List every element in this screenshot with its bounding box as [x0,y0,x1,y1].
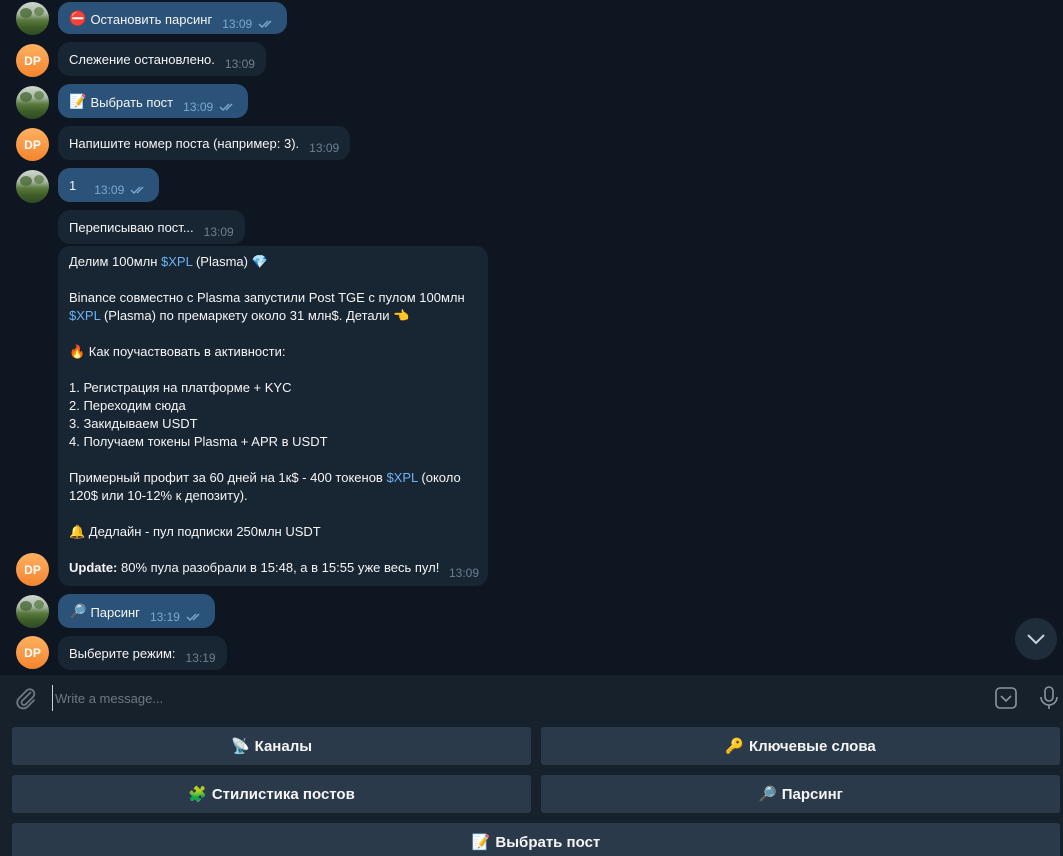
user-avatar[interactable] [16,2,49,35]
magnifier-emoji: 🔎 [69,603,87,619]
message-time: 13:19 [149,609,180,624]
message-text: Переписываю пост... [69,219,194,235]
scroll-down-button[interactable] [1015,618,1057,660]
message-time: 13:09 [309,140,340,155]
post-paragraph: 120$ или 10-12% к депозиту). [69,488,248,503]
bot-avatar[interactable]: DP [16,553,49,586]
puzzle-emoji: 🧩 [188,786,207,803]
text-span: (Plasma) [192,254,252,269]
post-headline: Делим 100млн $XPL (Plasma) 💎 [69,253,477,271]
message-text: Напишите номер поста (например: 3). [69,135,300,151]
message-bubble-incoming[interactable]: Переписываю пост... 13:09 [58,210,245,244]
message-text: Слежение остановлено. [69,51,215,67]
key-emoji: 🔑 [725,738,744,755]
message-bubble-incoming[interactable]: Слежение остановлено. 13:09 [58,42,266,76]
message-bubble-post[interactable]: Делим 100млн $XPL (Plasma) 💎 Binance сов… [58,246,488,586]
text-span: Дедлайн - пул подписки 250млн USDT [85,524,321,539]
keyboard-button-choose-post[interactable]: 📝 Выбрать пост [12,823,1060,856]
keyboard-button-label: Парсинг [781,785,843,803]
microphone-icon[interactable] [1038,685,1060,711]
user-avatar[interactable] [16,595,49,628]
message-text: Парсинг [90,604,140,620]
message-time: 13:09 [94,182,125,197]
update-label: Update: [69,560,118,575]
memo-emoji: 📝 [69,93,87,109]
bell-emoji: 🔔 [69,524,86,539]
cashtag-link[interactable]: $XPL [161,254,192,269]
pointing-emoji: 👈 [393,308,410,323]
post-step: 2. Переходим сюда [69,398,186,413]
keyboard-button-label: Ключевые слова [748,737,876,755]
keyboard-button-label: Стилистика постов [211,785,355,803]
stop-sign-emoji: ⛔ [69,10,87,26]
text-span: Делим 100млн [69,254,162,269]
message-time: 13:19 [185,650,216,665]
post-paragraph: $XPL (Plasma) по премаркету около 31 млн… [69,307,477,325]
message-bubble-incoming[interactable]: Выберите режим: 13:19 [58,636,227,670]
fire-emoji: 🔥 [69,344,86,359]
cashtag-link[interactable]: $XPL [386,470,417,485]
double-check-icon [258,20,272,28]
double-check-icon [219,103,233,111]
post-step: 4. Получаем токены Plasma + APR в USDT [69,434,328,449]
text-span: (Plasma) по премаркету около 31 млн$. Де… [100,308,394,323]
user-avatar[interactable] [16,170,49,203]
cashtag-link[interactable]: $XPL [69,308,100,323]
satellite-antenna-emoji: 📡 [230,738,250,755]
message-bubble-outgoing[interactable]: 🔎 Парсинг 13:19 [58,594,215,628]
bot-commands-icon[interactable] [994,686,1018,710]
post-paragraph: 🔔 Дедлайн - пул подписки 250млн USDT [69,523,477,541]
message-text: Остановить парсинг [90,11,213,27]
bot-avatar[interactable]: DP [16,636,49,669]
magnifier-emoji: 🔎 [758,786,777,803]
bot-avatar[interactable]: DP [16,44,49,77]
message-bubble-outgoing[interactable]: ⛔ Остановить парсинг 13:09 [58,2,288,34]
post-paragraph: Примерный профит за 60 дней на 1к$ - 400… [69,469,477,487]
message-text: Выбрать пост [90,94,174,110]
text-span: (около [417,470,461,485]
keyboard-button-style[interactable]: 🧩 Стилистика постов [12,775,531,813]
memo-emoji: 📝 [471,834,491,851]
chat-history[interactable]: ⛔ Остановить парсинг 13:09 DP Слежение ост… [0,0,1063,675]
message-time: 13:09 [448,566,479,580]
message-input[interactable] [52,685,952,711]
text-span: Примерный профит за 60 дней на 1к$ - 400… [69,470,387,485]
keyboard-button-label: Выбрать пост [495,833,601,851]
message-bubble-incoming[interactable]: Напишите номер поста (например: 3). 13:09 [58,126,351,160]
chevron-down-icon [1027,634,1045,645]
message-bubble-outgoing[interactable]: 📝 Выбрать пост 13:09 [58,84,249,118]
keyboard-button-label: Каналы [254,737,313,755]
gem-emoji: 💎 [251,254,268,269]
keyboard-button-channels[interactable]: 📡 Каналы [12,727,531,765]
message-time: 13:09 [224,56,255,71]
post-paragraph: Update: 80% пула разобрали в 15:48, а в … [69,559,477,577]
message-text: Выберите режим: [69,645,176,661]
bot-avatar[interactable]: DP [16,128,49,161]
post-step: 3. Закидываем USDT [69,416,198,431]
text-span: 80% пула разобрали в 15:48, а в 15:55 уж… [117,560,440,575]
post-paragraph: Binance совместно с Plasma запустили Pos… [69,290,465,305]
keyboard-button-parsing[interactable]: 🔎 Парсинг [541,775,1060,813]
message-time: 13:09 [203,224,234,239]
message-time: 13:09 [222,16,253,31]
text-span: Как поучаствовать в активности: [85,344,286,359]
user-avatar[interactable] [16,86,49,119]
post-step: 1. Регистрация на платформе + KYC [69,380,292,395]
double-check-icon [186,613,200,621]
post-paragraph: 🔥 Как поучаствовать в активности: [69,343,477,361]
paperclip-icon[interactable] [14,686,38,710]
message-bubble-outgoing[interactable]: 1 13:09 [58,168,160,202]
message-composer [0,675,1063,720]
bot-keyboard: 📡 Каналы 🔑 Ключевые слова 🧩 Стилистика пост… [0,720,1063,856]
keyboard-button-keywords[interactable]: 🔑 Ключевые слова [541,727,1060,765]
message-time: 13:09 [183,99,214,114]
double-check-icon [130,186,144,194]
message-text: 1 [69,177,77,193]
